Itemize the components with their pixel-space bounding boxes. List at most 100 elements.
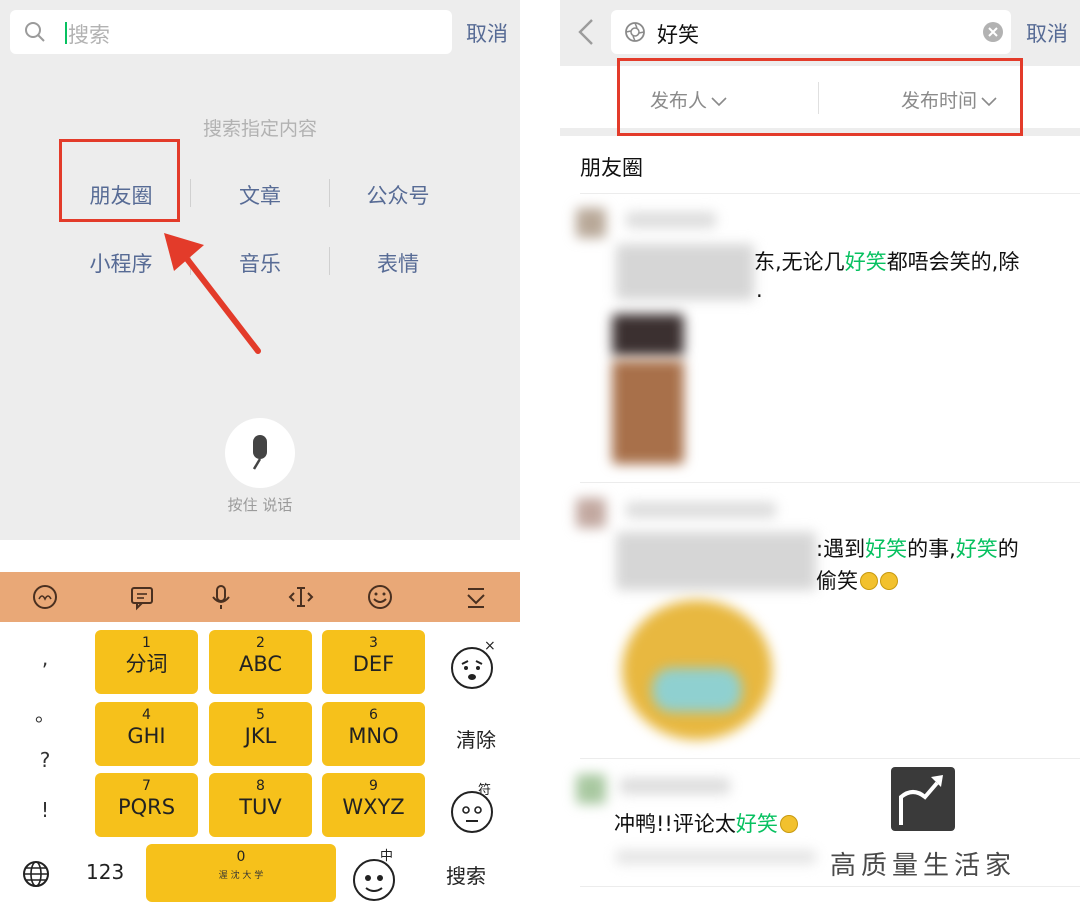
text-segment: 的事, [907, 537, 956, 561]
key-number: 2 [256, 635, 265, 651]
collapse-keyboard-icon[interactable] [462, 583, 490, 611]
key-2[interactable]: 2 ABC [209, 630, 312, 694]
face-mark: × [484, 638, 496, 654]
category-articles[interactable]: 文章 [195, 180, 325, 210]
post-divider [580, 758, 1080, 759]
key-letters: GHI [127, 724, 166, 748]
search-query: 好笑 [657, 23, 699, 47]
post-image[interactable] [612, 360, 684, 464]
author-name [620, 778, 730, 794]
back-arrow-icon[interactable] [576, 18, 596, 46]
category-divider [329, 247, 330, 275]
right-results-screen: 好笑 取消 发布人 发布时间 朋友圈 东,无论几好笑都唔会笑的,除 .:遇到好… [560, 0, 1080, 905]
key-4[interactable]: 4 GHI [95, 702, 198, 766]
key-letters: DEF [352, 652, 395, 676]
punct-key-exclaim[interactable]: ! [30, 798, 60, 822]
ime-logo-icon[interactable] [31, 583, 59, 611]
key-letters: ABC [238, 652, 283, 676]
category-stickers[interactable]: 表情 [333, 248, 463, 278]
highlight-box [617, 58, 1023, 136]
highlight-keyword: 好笑 [735, 812, 778, 836]
category-divider [190, 179, 191, 207]
symbol-face-icon[interactable]: 符 [448, 778, 502, 836]
redacted-text [616, 850, 816, 864]
redacted-text [616, 244, 754, 300]
category-official-accounts[interactable]: 公众号 [333, 180, 463, 210]
watermark-logo [891, 767, 955, 831]
search-icon [25, 22, 45, 42]
key-letters: JKL [244, 724, 277, 748]
results-header: 好笑 取消 [560, 0, 1080, 66]
section-title: 朋友圈 [580, 156, 643, 180]
chinese-mode-face-icon[interactable]: 中 [350, 846, 404, 902]
post-text-line2: . [756, 278, 763, 302]
author-name [626, 212, 716, 228]
emoji-icon[interactable] [366, 583, 394, 611]
key-5[interactable]: 5 JKL [209, 702, 312, 766]
watermark-text: 高质量生活家 [830, 851, 1017, 881]
key-number: 5 [256, 707, 265, 723]
avatar [576, 774, 606, 804]
text-caret [65, 22, 67, 44]
space-key[interactable]: 0 渥 沈 大 学 [146, 844, 336, 902]
key-7[interactable]: 7 PQRS [95, 773, 198, 837]
leaf-arrow-icon [899, 775, 943, 825]
search-input[interactable]: 好笑 [611, 10, 1011, 54]
text-segment: 东,无论几 [754, 250, 845, 274]
microphone-icon [252, 435, 267, 470]
delete-face-icon[interactable]: × [448, 638, 502, 692]
text-segment: 的 [997, 537, 1019, 561]
cancel-button[interactable]: 取消 [466, 18, 508, 48]
cursor-move-icon[interactable] [287, 583, 315, 611]
key-number: 8 [256, 778, 265, 794]
clear-button[interactable]: 清除 [456, 724, 496, 753]
key-number: 0 [236, 849, 246, 865]
red-arrow-annotation [164, 233, 261, 354]
search-input[interactable]: 搜索 [10, 10, 452, 54]
post-image[interactable] [612, 314, 684, 356]
voice-button[interactable] [225, 418, 295, 488]
highlight-keyword: 好笑 [844, 250, 887, 274]
redacted-text [616, 532, 816, 590]
face-mark: 中 [380, 849, 393, 864]
punct-key-comma[interactable]: , [30, 646, 60, 670]
punct-key-question[interactable]: ? [30, 748, 60, 772]
left-search-screen: 搜索 取消 搜索指定内容 朋友圈 文章 公众号 小程序 音乐 表情 按住 说话 … [0, 0, 520, 905]
key-number: 6 [369, 707, 378, 723]
screenshot-root: 搜索 取消 搜索指定内容 朋友圈 文章 公众号 小程序 音乐 表情 按住 说话 … [0, 0, 1080, 905]
key-9[interactable]: 9 WXYZ [322, 773, 425, 837]
key-8[interactable]: 8 TUV [209, 773, 312, 837]
keyboard-toolbar [0, 572, 520, 622]
thinking-emoji-icon [860, 572, 878, 590]
key-1[interactable]: 1 分词 [95, 630, 198, 694]
key-3[interactable]: 3 DEF [322, 630, 425, 694]
space-key-logo: 渥 沈 大 学 [218, 871, 264, 881]
key-letters: 分词 [125, 652, 168, 676]
shutter-icon [625, 22, 645, 42]
clear-input-icon[interactable] [983, 22, 1003, 42]
number-toggle[interactable]: 123 [86, 860, 124, 884]
highlight-keyword: 好笑 [865, 537, 908, 561]
post-divider [580, 886, 1080, 887]
key-number: 1 [142, 635, 151, 651]
globe-icon[interactable] [22, 860, 50, 888]
text-segment: 偷笑 [816, 569, 858, 593]
post-text: 东,无论几好笑都唔会笑的,除 [754, 246, 1019, 276]
punct-key-period[interactable]: 。 [30, 698, 60, 727]
key-number: 3 [369, 635, 378, 651]
key-letters: TUV [239, 795, 282, 819]
cancel-button[interactable]: 取消 [1026, 18, 1068, 48]
post-text: :遇到好笑的事,好笑的 [816, 533, 1019, 563]
search-key[interactable]: 搜索 [446, 860, 486, 889]
search-area: 搜索 取消 搜索指定内容 朋友圈 文章 公众号 小程序 音乐 表情 按住 说话 [0, 0, 520, 540]
message-icon[interactable] [128, 583, 156, 611]
section-divider [580, 193, 1080, 194]
author-name [626, 502, 776, 518]
thinking-emoji-icon [880, 572, 898, 590]
key-6[interactable]: 6 MNO [322, 702, 425, 766]
voice-input-icon[interactable] [207, 583, 235, 611]
face-mark: 符 [478, 782, 491, 798]
key-letters: MNO [348, 724, 399, 748]
t9-keyboard: , 。 ? ! 1 分词 2 ABC 3 DEF 4 GHI 5 JKL 6 M… [0, 622, 520, 905]
key-number: 4 [142, 707, 151, 723]
